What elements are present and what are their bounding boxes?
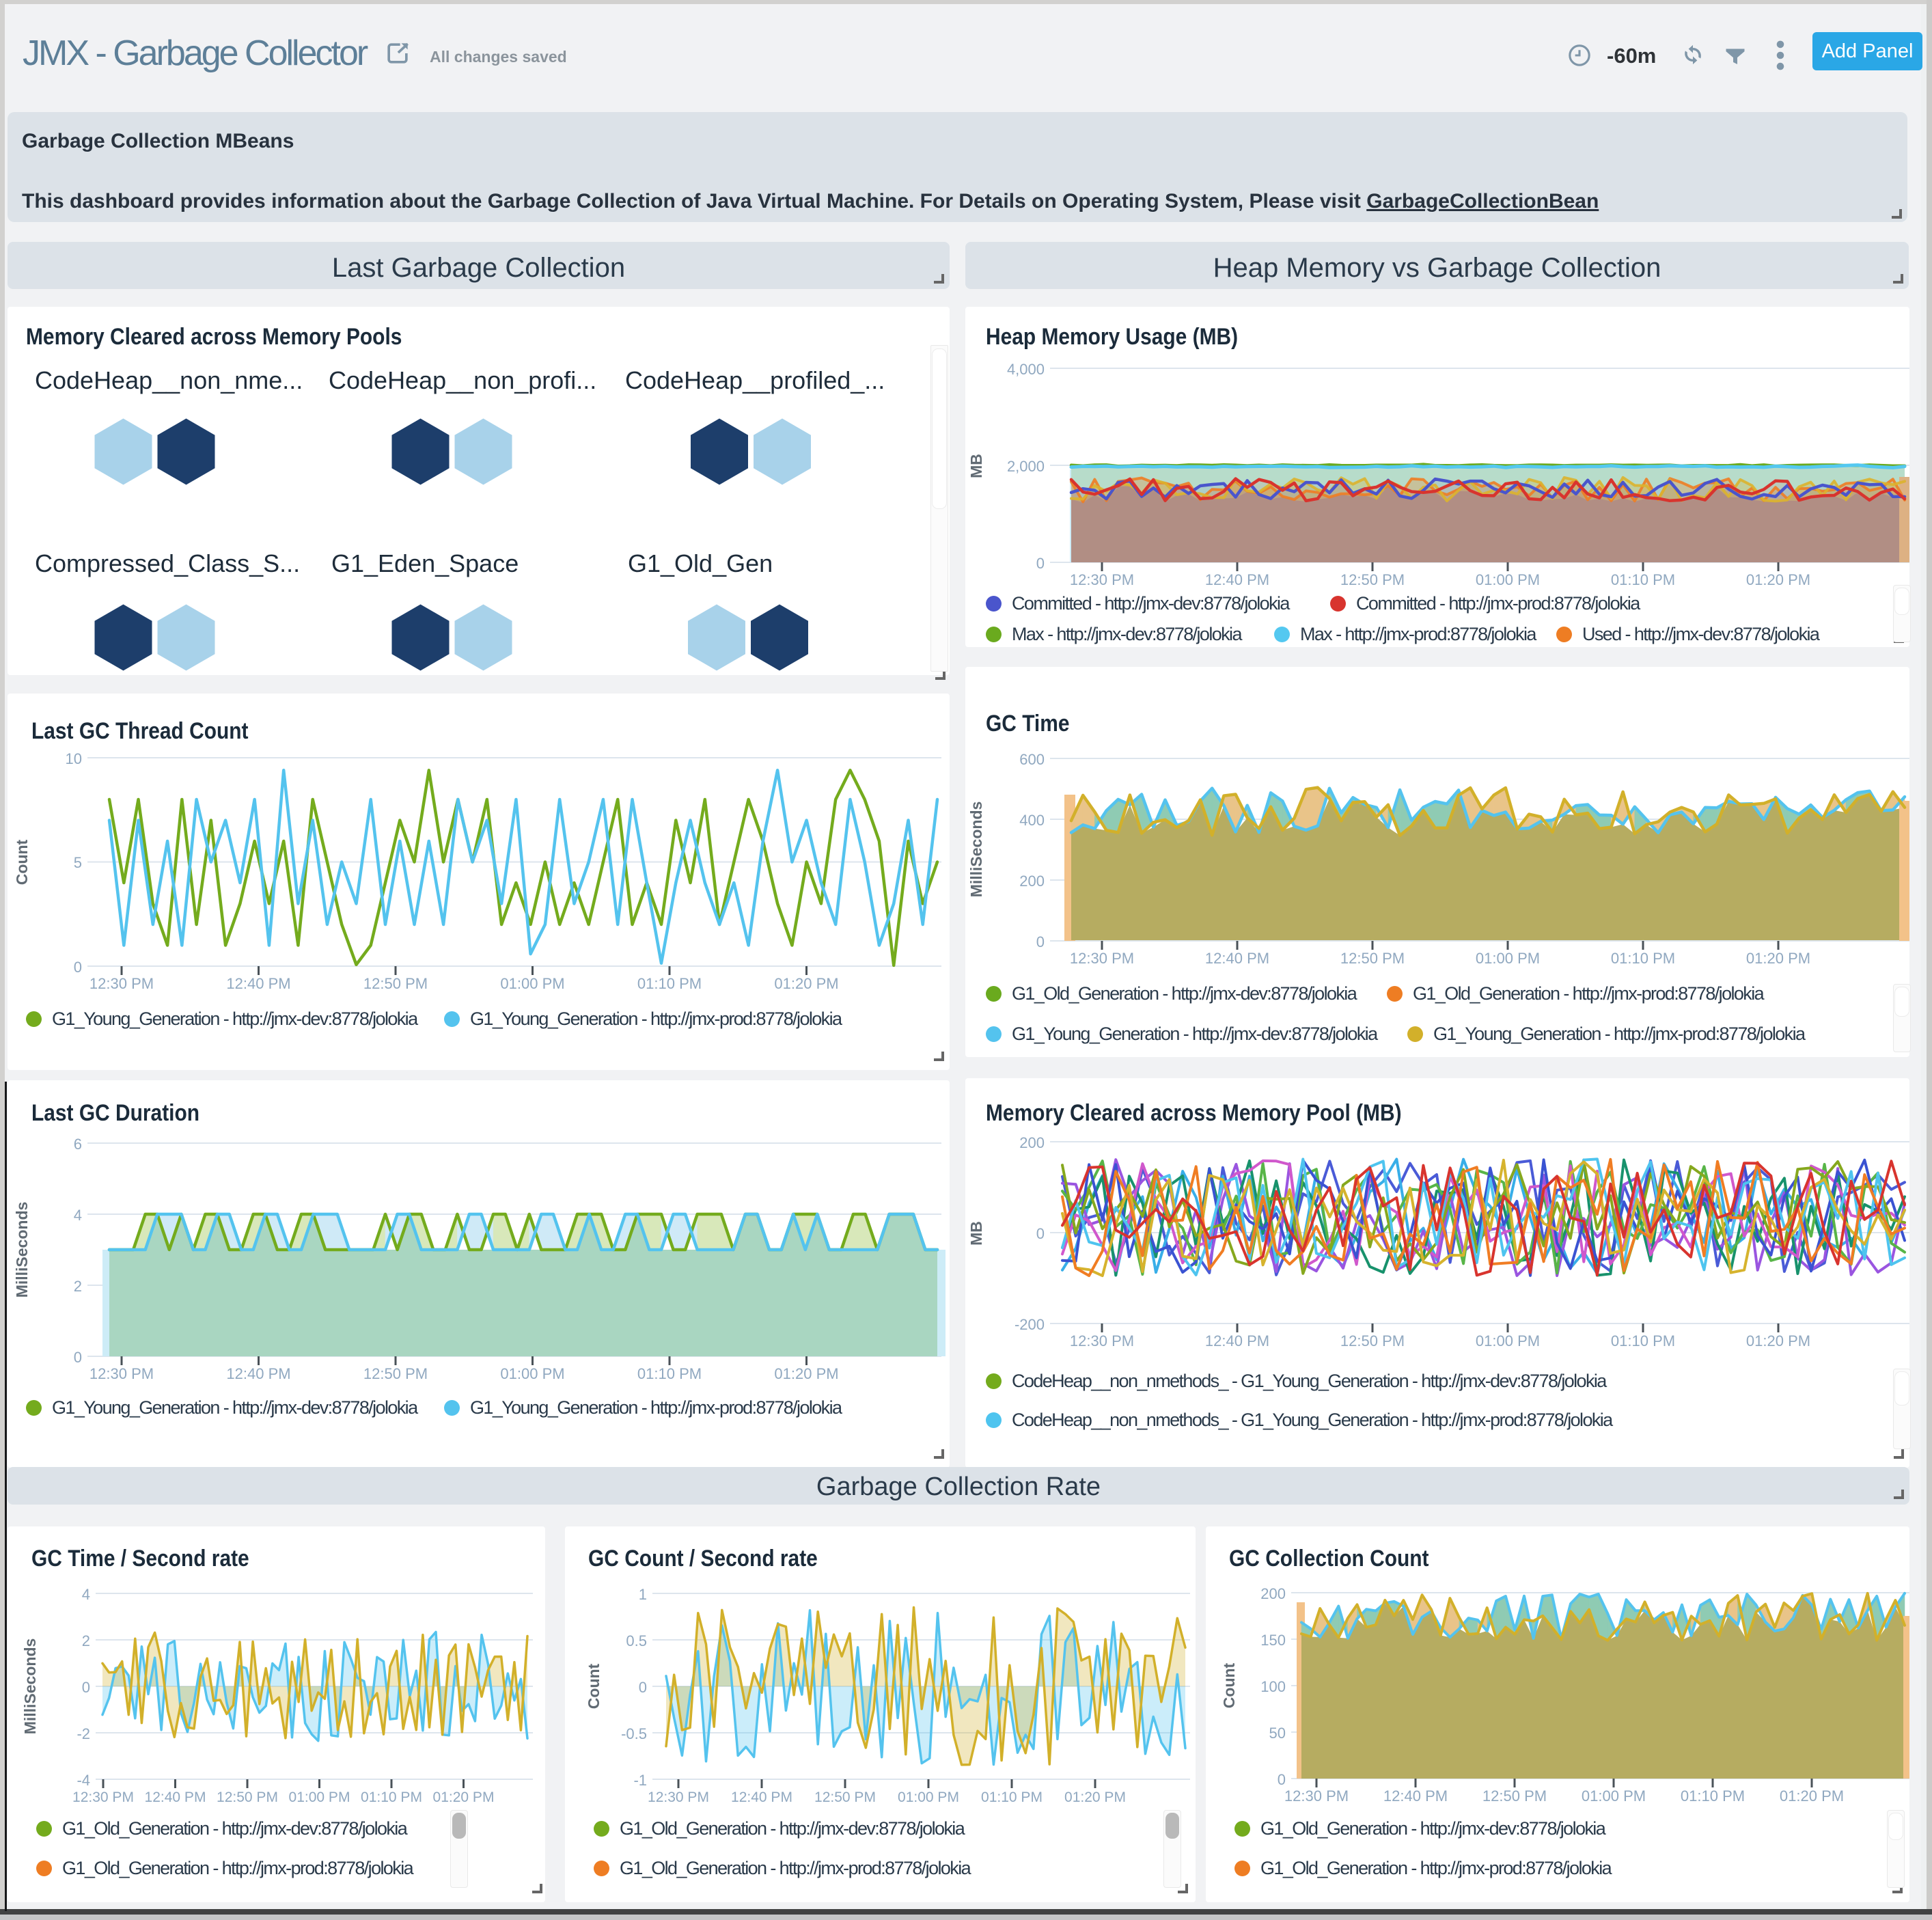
svg-text:12:40 PM: 12:40 PM xyxy=(226,1365,290,1382)
svg-text:01:20 PM: 01:20 PM xyxy=(774,1365,838,1382)
svg-text:0: 0 xyxy=(74,1349,82,1366)
svg-text:Count: Count xyxy=(13,839,31,885)
svg-text:12:40 PM: 12:40 PM xyxy=(226,975,290,992)
svg-text:01:10 PM: 01:10 PM xyxy=(637,1365,702,1382)
svg-text:0: 0 xyxy=(1036,1225,1045,1242)
svg-text:12:30 PM: 12:30 PM xyxy=(1070,950,1134,967)
svg-text:12:30 PM: 12:30 PM xyxy=(1070,1332,1134,1349)
svg-text:0: 0 xyxy=(1036,555,1045,572)
svg-text:50: 50 xyxy=(1269,1725,1286,1742)
svg-text:12:40 PM: 12:40 PM xyxy=(1205,1332,1269,1349)
svg-text:01:10 PM: 01:10 PM xyxy=(1611,571,1675,588)
svg-text:2: 2 xyxy=(82,1632,90,1649)
svg-text:-2: -2 xyxy=(77,1725,90,1742)
svg-text:12:50 PM: 12:50 PM xyxy=(1340,571,1405,588)
svg-text:MilliSeconds: MilliSeconds xyxy=(13,1202,31,1298)
svg-text:400: 400 xyxy=(1019,812,1045,829)
svg-text:1: 1 xyxy=(639,1586,647,1603)
svg-text:12:40 PM: 12:40 PM xyxy=(1383,1787,1448,1805)
svg-text:0.5: 0.5 xyxy=(626,1632,647,1649)
svg-text:-1: -1 xyxy=(633,1772,647,1789)
svg-text:01:00 PM: 01:00 PM xyxy=(1582,1787,1646,1805)
svg-text:01:10 PM: 01:10 PM xyxy=(637,975,702,992)
svg-text:2,000: 2,000 xyxy=(1007,458,1045,475)
svg-text:0: 0 xyxy=(639,1679,647,1696)
svg-text:4: 4 xyxy=(82,1586,90,1603)
svg-text:12:50 PM: 12:50 PM xyxy=(363,1365,428,1382)
svg-text:0: 0 xyxy=(74,959,82,976)
svg-text:200: 200 xyxy=(1260,1585,1286,1602)
svg-text:MB: MB xyxy=(967,454,985,478)
svg-text:12:50 PM: 12:50 PM xyxy=(814,1789,876,1805)
svg-text:01:20 PM: 01:20 PM xyxy=(1064,1789,1126,1805)
svg-text:12:50 PM: 12:50 PM xyxy=(1340,950,1405,967)
svg-text:01:00 PM: 01:00 PM xyxy=(1476,1332,1540,1349)
svg-text:4,000: 4,000 xyxy=(1007,361,1045,378)
svg-text:01:10 PM: 01:10 PM xyxy=(981,1789,1043,1805)
svg-text:01:10 PM: 01:10 PM xyxy=(1611,950,1675,967)
svg-text:01:10 PM: 01:10 PM xyxy=(1681,1787,1745,1805)
svg-text:01:00 PM: 01:00 PM xyxy=(1476,571,1540,588)
svg-text:12:30 PM: 12:30 PM xyxy=(89,1365,154,1382)
svg-text:01:20 PM: 01:20 PM xyxy=(774,975,838,992)
svg-text:MB: MB xyxy=(967,1221,985,1246)
svg-text:0: 0 xyxy=(1278,1771,1286,1788)
svg-text:2: 2 xyxy=(74,1278,82,1295)
svg-text:100: 100 xyxy=(1260,1678,1286,1695)
svg-text:Count: Count xyxy=(585,1663,603,1709)
svg-text:MilliSeconds: MilliSeconds xyxy=(967,801,985,898)
svg-text:12:40 PM: 12:40 PM xyxy=(1205,950,1269,967)
svg-text:5: 5 xyxy=(74,854,82,871)
svg-text:01:10 PM: 01:10 PM xyxy=(1611,1332,1675,1349)
svg-text:01:00 PM: 01:00 PM xyxy=(1476,950,1540,967)
svg-text:6: 6 xyxy=(74,1136,82,1153)
svg-text:01:20 PM: 01:20 PM xyxy=(433,1789,495,1805)
svg-text:-200: -200 xyxy=(1015,1316,1045,1333)
svg-text:01:20 PM: 01:20 PM xyxy=(1746,571,1810,588)
svg-text:600: 600 xyxy=(1019,751,1045,768)
svg-text:12:50 PM: 12:50 PM xyxy=(363,975,428,992)
svg-text:12:30 PM: 12:30 PM xyxy=(72,1789,134,1805)
svg-text:12:50 PM: 12:50 PM xyxy=(217,1789,278,1805)
svg-text:01:20 PM: 01:20 PM xyxy=(1746,1332,1810,1349)
svg-text:12:30 PM: 12:30 PM xyxy=(1070,571,1134,588)
svg-text:12:40 PM: 12:40 PM xyxy=(145,1789,206,1805)
svg-text:01:00 PM: 01:00 PM xyxy=(898,1789,959,1805)
svg-text:12:30 PM: 12:30 PM xyxy=(1284,1787,1349,1805)
svg-text:12:30 PM: 12:30 PM xyxy=(89,975,154,992)
svg-text:12:50 PM: 12:50 PM xyxy=(1482,1787,1547,1805)
svg-text:Count: Count xyxy=(1220,1662,1238,1708)
svg-text:200: 200 xyxy=(1019,1134,1045,1151)
svg-text:MilliSeconds: MilliSeconds xyxy=(21,1638,39,1735)
svg-text:4: 4 xyxy=(74,1207,82,1224)
svg-text:-0.5: -0.5 xyxy=(621,1725,647,1742)
svg-text:01:20 PM: 01:20 PM xyxy=(1780,1787,1844,1805)
svg-text:200: 200 xyxy=(1019,873,1045,890)
svg-text:01:10 PM: 01:10 PM xyxy=(361,1789,422,1805)
svg-text:12:40 PM: 12:40 PM xyxy=(731,1789,792,1805)
svg-text:01:00 PM: 01:00 PM xyxy=(500,975,564,992)
svg-text:12:40 PM: 12:40 PM xyxy=(1205,571,1269,588)
svg-text:10: 10 xyxy=(66,750,82,767)
svg-text:12:50 PM: 12:50 PM xyxy=(1340,1332,1405,1349)
svg-text:0: 0 xyxy=(82,1679,90,1696)
svg-text:0: 0 xyxy=(1036,933,1045,950)
svg-text:-4: -4 xyxy=(77,1772,90,1789)
svg-text:150: 150 xyxy=(1260,1632,1286,1649)
svg-text:01:00 PM: 01:00 PM xyxy=(500,1365,564,1382)
svg-text:01:20 PM: 01:20 PM xyxy=(1746,950,1810,967)
svg-text:01:00 PM: 01:00 PM xyxy=(289,1789,350,1805)
svg-text:12:30 PM: 12:30 PM xyxy=(648,1789,709,1805)
